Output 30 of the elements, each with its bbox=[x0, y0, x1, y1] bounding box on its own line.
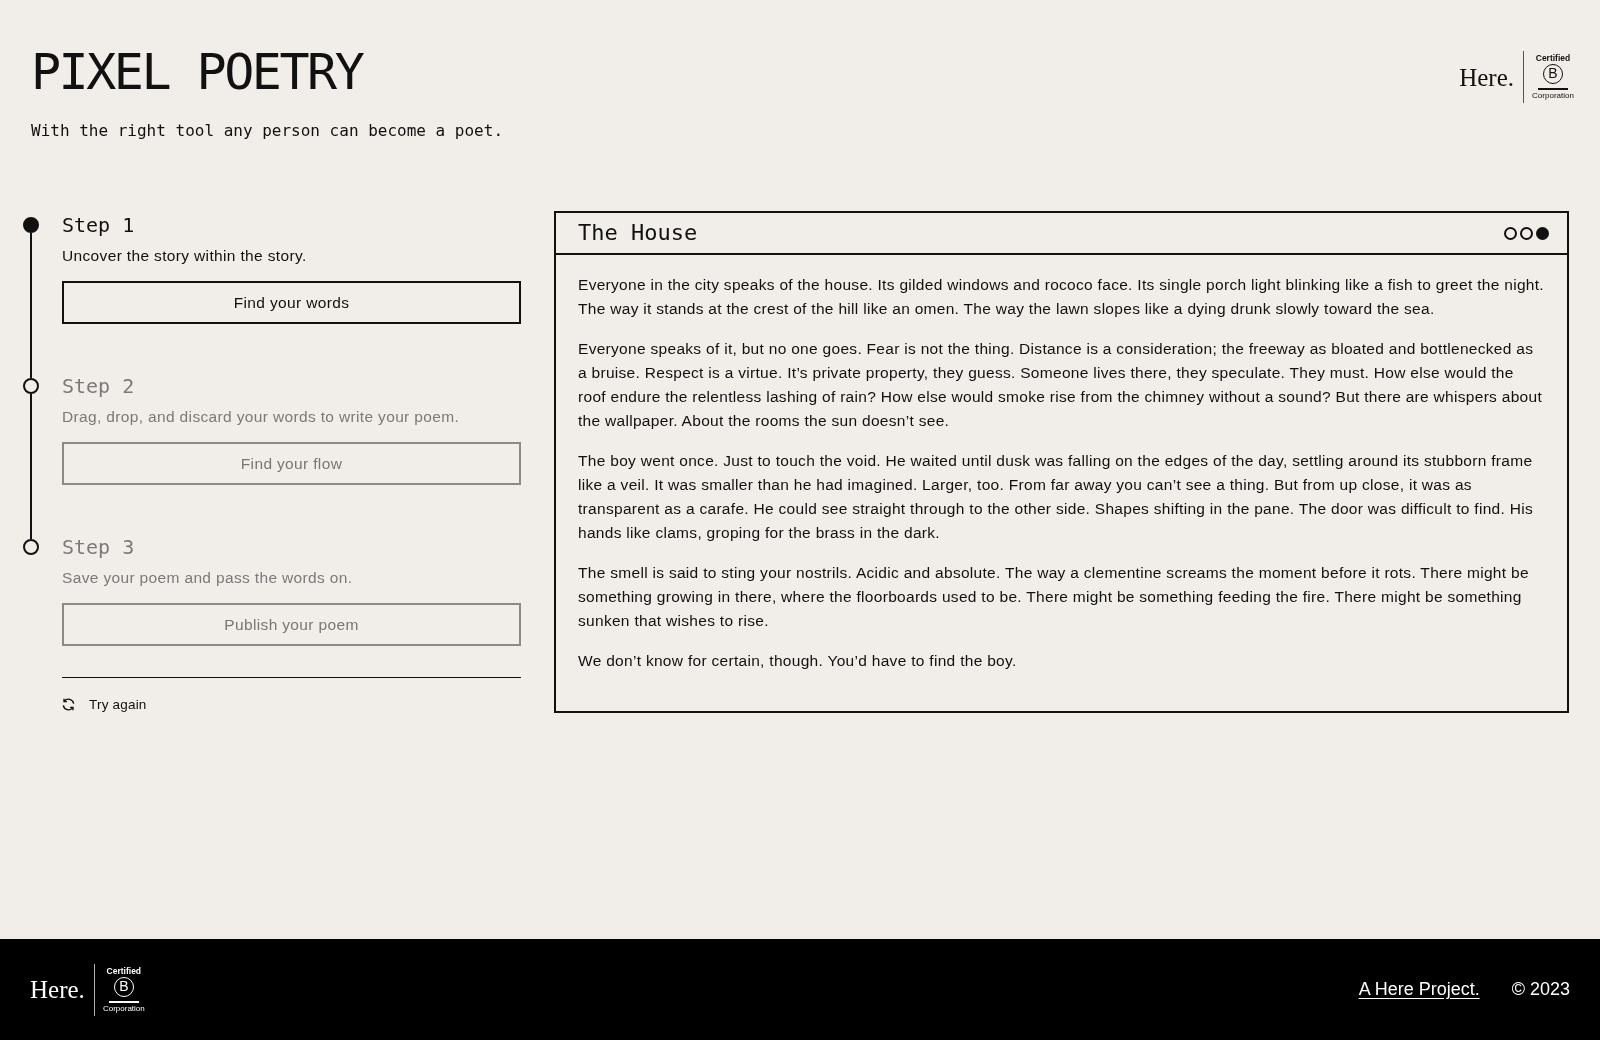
app-title: PIXEL POETRY bbox=[31, 47, 364, 97]
logo-wordmark: Here. bbox=[1459, 64, 1514, 90]
story-paragraph: We don’t know for certain, though. You’d have to find the boy. bbox=[578, 651, 1018, 671]
refresh-icon bbox=[62, 698, 75, 711]
step-title: Step 1 bbox=[62, 212, 136, 239]
tagline: With the right tool any person can become a poet. bbox=[31, 121, 503, 141]
step-button[interactable]: Find your flow bbox=[62, 442, 521, 485]
corporation-label: Corporation bbox=[1532, 91, 1574, 101]
certified-label: Certified bbox=[106, 965, 142, 976]
page-dot-icon[interactable] bbox=[1520, 226, 1533, 240]
step-button[interactable]: Find your words bbox=[62, 281, 521, 324]
certified-label: Certified bbox=[1535, 53, 1571, 63]
copyright-text: © 2023 bbox=[1511, 978, 1570, 1001]
logo-wordmark: Here. bbox=[30, 977, 85, 1002]
step-title: Step 2 bbox=[62, 373, 136, 400]
page-dot-icon[interactable] bbox=[1504, 226, 1517, 240]
step-description: Save your poem and pass the words on. bbox=[62, 568, 354, 588]
story-title: The House bbox=[578, 222, 698, 244]
try-again-button[interactable]: Try again bbox=[62, 694, 147, 715]
step-description: Uncover the story within the story. bbox=[62, 246, 308, 266]
step-description: Drag, drop, and discard your words to write your poem. bbox=[62, 407, 461, 427]
page-dot-icon[interactable] bbox=[1536, 226, 1549, 240]
step-title: Step 3 bbox=[62, 534, 136, 561]
corporation-label: Corporation bbox=[102, 1003, 145, 1014]
story-paragraph: Everyone in the city speaks of the house. Its gilded windows and rococo face. Its single porch light blinking like a fish to greet the night. The way it stands at the crest of the hill like an omen. The way the lawn slopes like a dying drunk slowly toward the sea. bbox=[578, 275, 1545, 319]
footer-link[interactable]: A Here Project. bbox=[1358, 976, 1480, 1003]
step-button[interactable]: Publish your poem bbox=[62, 603, 521, 646]
story-paragraph: Everyone speaks of it, but no one goes. Fear is not the thing. Distance is a consideration; the freeway as bloated and bottlenecked as a bruise. Respect is a virtue. It’s private property, they guess. Someone lives there, they speculate. They must. How else would the roof endure the relentless lashing of rain? How else would smoke rise from the chimney without a sound? But there are whispers about the wallpaper. About the rooms the sun doesn’t see. bbox=[578, 339, 1544, 431]
story-paragraph: The boy went once. Just to touch the void. He waited until dusk was falling on the edges of the day, settling around its stubborn frame like a veil. It was smaller than he had imagined. Larger, too. From far away you can’t see a thing. But from up close, it was as transparent as a carafe. He could see straight through to the other side. Shapes shifting in the pane. The door was difficult to find. His hands like clams, groping for the brass in the dark. bbox=[578, 451, 1534, 543]
story-paragraph: The smell is said to sting your nostrils. Acidic and absolute. The way a clementine screams the moment before it rots. There might be something growing in there, where the floorboards used to be. There might be something feeding the fire. There might be something sunken that wishes to rise. bbox=[578, 563, 1530, 631]
